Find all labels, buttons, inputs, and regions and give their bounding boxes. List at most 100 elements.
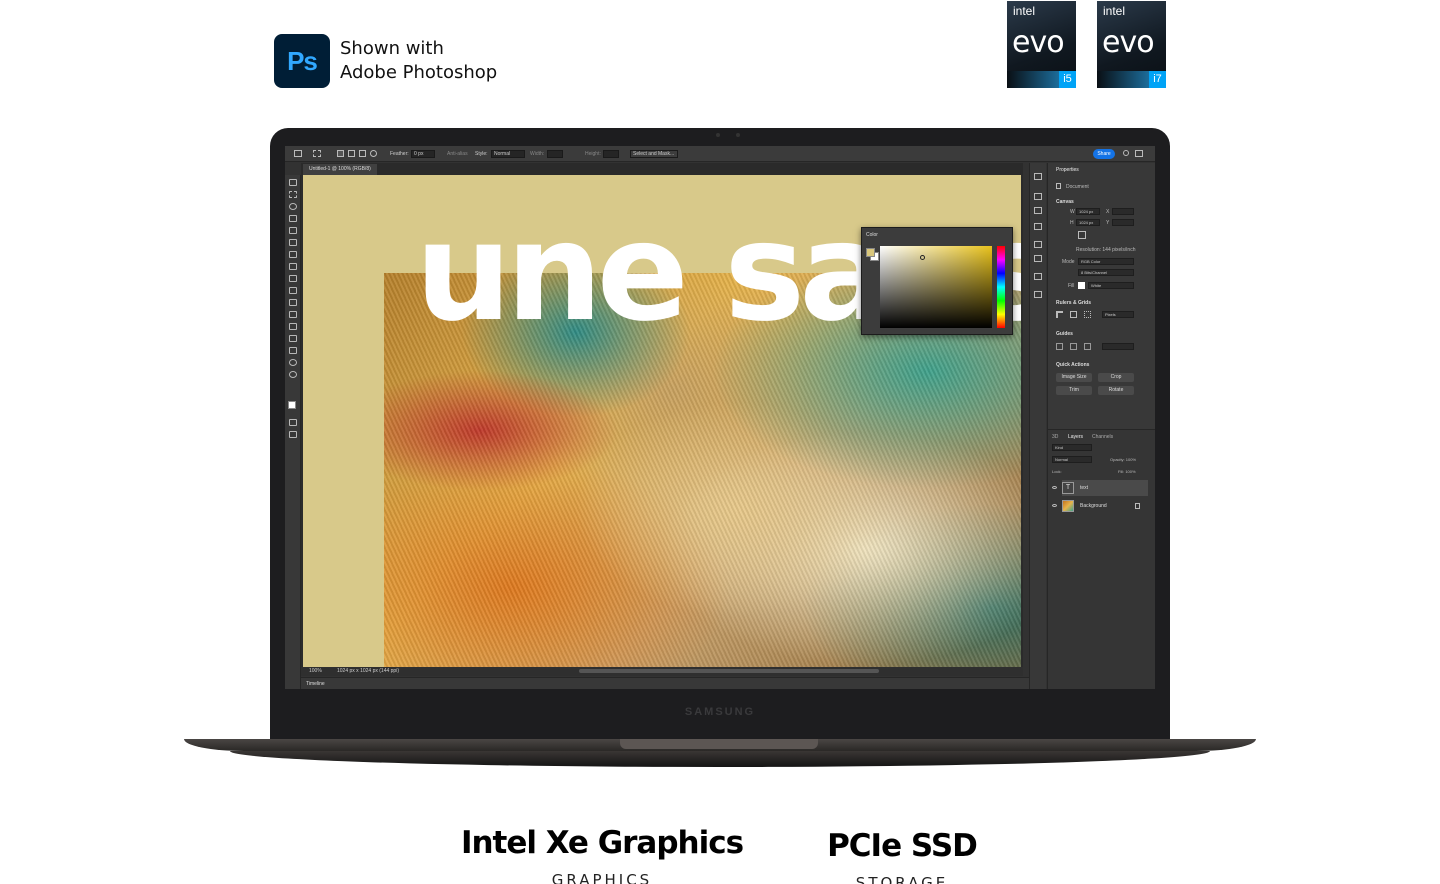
pixel-grid-icon[interactable] <box>1084 311 1091 318</box>
rulers-icon[interactable] <box>1056 311 1063 318</box>
quick-mask-icon[interactable] <box>289 419 297 426</box>
subtract-selection-icon[interactable] <box>359 150 366 157</box>
background-layer-thumb <box>1062 500 1074 512</box>
mode-select[interactable]: RGB Color <box>1078 258 1134 265</box>
properties-tab[interactable]: Properties <box>1056 167 1079 173</box>
zoom-level[interactable]: 100% <box>309 667 322 676</box>
color-picker-panel[interactable]: Color <box>861 227 1013 335</box>
image-size-button[interactable]: Image Size <box>1056 373 1092 382</box>
saturation-value-field[interactable] <box>880 246 992 328</box>
fill-control[interactable]: Fill: 100% <box>1118 469 1136 474</box>
rulers-grids-section[interactable]: Rulers & Grids <box>1056 300 1091 306</box>
properties-panel: Properties Document Canvas W 1024 px X H… <box>1047 163 1155 689</box>
crop-tool-icon[interactable] <box>289 227 297 234</box>
document-tab[interactable]: Untitled-1 @ 100% (RGB/8) <box>303 164 377 175</box>
width-input[interactable] <box>547 150 563 158</box>
x-field[interactable] <box>1112 208 1134 215</box>
workspace-icon[interactable] <box>1135 150 1143 157</box>
antialias-checkbox[interactable]: Anti-alias <box>447 149 468 159</box>
guide-new-icon[interactable] <box>1070 343 1077 350</box>
text-tool-icon[interactable] <box>289 311 297 318</box>
eye-icon[interactable] <box>1052 504 1057 507</box>
units-select[interactable]: Pixels <box>1102 311 1134 318</box>
libraries-icon[interactable] <box>1034 223 1042 230</box>
crop-button[interactable]: Crop <box>1098 373 1134 382</box>
artboard[interactable]: une sans Color <box>303 175 1021 667</box>
trim-button[interactable]: Trim <box>1056 386 1092 395</box>
tab-layers[interactable]: Layers <box>1068 434 1083 440</box>
h-label: H <box>1070 220 1074 226</box>
paragraph-icon[interactable] <box>1034 255 1042 262</box>
guide-lock-icon[interactable] <box>1084 343 1091 350</box>
color-picker-handle-icon[interactable] <box>920 255 925 260</box>
eraser-tool-icon[interactable] <box>289 287 297 294</box>
guides-section[interactable]: Guides <box>1056 331 1073 337</box>
fg-swatch[interactable] <box>866 248 875 257</box>
timeline-panel[interactable]: Timeline <box>301 677 1029 689</box>
feather-input[interactable]: 0 px <box>411 150 435 158</box>
adjustments-icon[interactable] <box>1034 207 1042 214</box>
marquee-tool-icon[interactable] <box>313 150 321 157</box>
canvas-section[interactable]: Canvas <box>1056 199 1074 205</box>
intersect-selection-icon[interactable] <box>370 150 377 157</box>
shape-tool-icon[interactable] <box>289 347 297 354</box>
layer-kind-filter[interactable]: Kind <box>1052 444 1092 451</box>
height-field[interactable]: 1024 px <box>1076 219 1100 226</box>
fill-color-swatch[interactable] <box>1078 282 1085 289</box>
history-icon[interactable] <box>1034 173 1042 180</box>
add-selection-icon[interactable] <box>348 150 355 157</box>
guide-color-select[interactable] <box>1102 343 1134 350</box>
screen-mode-icon[interactable] <box>289 431 297 438</box>
lasso-tool-icon[interactable] <box>289 203 297 210</box>
photoshop-logo-icon: Ps <box>274 34 330 88</box>
home-icon[interactable] <box>294 150 302 157</box>
resolution-label: Resolution: 144 pixels/inch <box>1076 247 1136 253</box>
move-tool-icon[interactable] <box>289 179 297 186</box>
horizontal-scrollbar[interactable] <box>579 669 879 673</box>
marquee-tool-icon[interactable] <box>289 191 297 198</box>
quick-select-tool-icon[interactable] <box>289 215 297 222</box>
height-input[interactable] <box>603 150 619 158</box>
foreground-color-swatch[interactable] <box>288 401 296 409</box>
zoom-tool-icon[interactable] <box>289 371 297 378</box>
eyedropper-tool-icon[interactable] <box>289 239 297 246</box>
new-selection-icon[interactable] <box>337 150 344 157</box>
eye-icon[interactable] <box>1052 486 1057 489</box>
layer-row-background[interactable]: Background <box>1052 498 1148 514</box>
search-icon[interactable] <box>1123 150 1129 156</box>
share-button[interactable]: Share <box>1093 149 1115 159</box>
rotate-button[interactable]: Rotate <box>1098 386 1134 395</box>
y-field[interactable] <box>1112 219 1134 226</box>
y-label: Y <box>1106 220 1110 226</box>
layer-row-text[interactable]: T text <box>1052 480 1148 496</box>
brush-tool-icon[interactable] <box>289 263 297 270</box>
stamp-tool-icon[interactable] <box>289 275 297 282</box>
hand-tool-icon[interactable] <box>289 359 297 366</box>
opacity-control[interactable]: Opacity: 100% <box>1110 457 1136 462</box>
tab-channels[interactable]: Channels <box>1092 434 1113 440</box>
character-icon[interactable] <box>1034 241 1042 248</box>
swatches-icon[interactable] <box>1034 273 1042 280</box>
paths-icon[interactable] <box>1034 291 1042 298</box>
brush-settings-icon[interactable] <box>1034 193 1042 200</box>
select-and-mask-button[interactable]: Select and Mask... <box>630 150 678 158</box>
quick-actions-section[interactable]: Quick Actions <box>1056 362 1089 368</box>
healing-tool-icon[interactable] <box>289 251 297 258</box>
bit-depth-select[interactable]: 8 Bits/Channel <box>1078 269 1134 276</box>
guide-layout-icon[interactable] <box>1056 343 1063 350</box>
tab-3d[interactable]: 3D <box>1052 434 1058 440</box>
gradient-tool-icon[interactable] <box>289 299 297 306</box>
canvas-area[interactable]: une sans Color <box>301 175 1023 667</box>
hue-slider[interactable] <box>997 246 1005 328</box>
width-field[interactable]: 1024 px <box>1076 208 1100 215</box>
path-select-tool-icon[interactable] <box>289 335 297 342</box>
evo-wordmark: evo <box>1102 25 1155 60</box>
document-icon <box>1056 183 1061 189</box>
style-select[interactable]: Normal <box>491 150 525 158</box>
grid-icon[interactable] <box>1070 311 1077 318</box>
pen-tool-icon[interactable] <box>289 323 297 330</box>
orientation-icon[interactable] <box>1078 231 1086 239</box>
fill-select[interactable]: White <box>1088 282 1134 289</box>
layer-name: Background <box>1080 503 1107 509</box>
blend-mode-select[interactable]: Normal <box>1052 456 1092 463</box>
